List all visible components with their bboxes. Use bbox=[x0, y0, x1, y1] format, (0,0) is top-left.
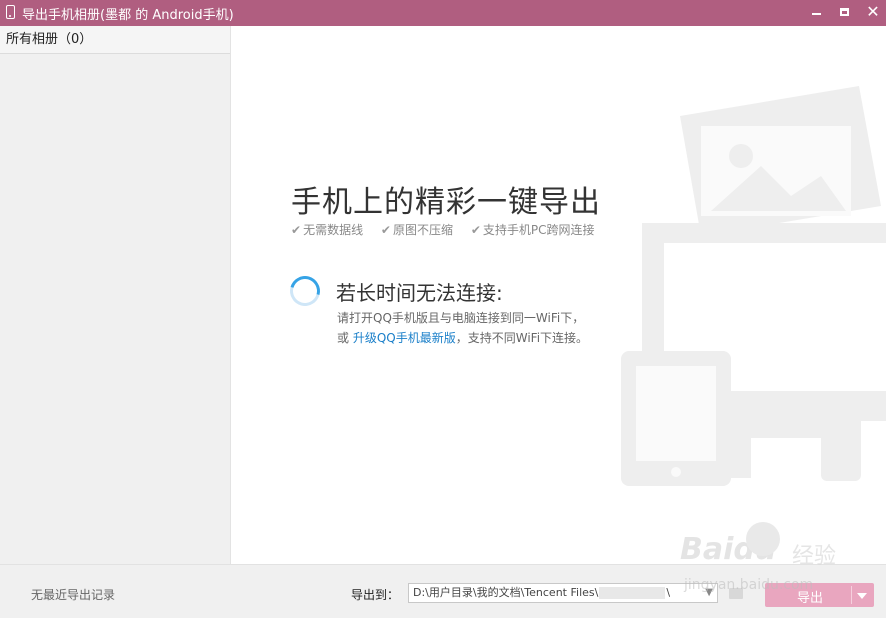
check-icon: ✔ bbox=[470, 223, 481, 237]
close-button[interactable]: ✕ bbox=[858, 0, 886, 26]
title-bar[interactable]: 导出手机相册(墨都 的 Android手机) ✕ bbox=[0, 0, 886, 26]
sidebar-item-all-albums[interactable]: 所有相册（0） bbox=[0, 26, 230, 54]
paw-icon bbox=[746, 522, 780, 556]
export-path-select[interactable]: D:\用户目录\我的文档\Tencent Files\ \ ▼ bbox=[408, 583, 718, 603]
album-sidebar: 所有相册（0） bbox=[0, 26, 231, 564]
minimize-button[interactable] bbox=[802, 0, 830, 26]
export-to-label: 导出到： bbox=[351, 588, 400, 602]
redacted-text bbox=[599, 587, 666, 599]
minimize-icon bbox=[812, 13, 821, 15]
feature-item: ✔ 原图不压缩 bbox=[380, 223, 453, 237]
phone-icon bbox=[6, 5, 15, 19]
main-panel: 手机上的精彩一键导出 ✔ 无需数据线 ✔ 原图不压缩 ✔ 支持手机PC跨网连接 若长时… bbox=[231, 26, 886, 564]
watermark-url: jingyan.baidu.com bbox=[684, 577, 814, 593]
connection-help-text-2: 或 升级QQ手机最新版，支持不同WiFi下连接。 bbox=[337, 331, 589, 345]
upgrade-qq-link[interactable]: 升级QQ手机最新版 bbox=[353, 331, 456, 345]
recent-export-status: 无最近导出记录 bbox=[31, 588, 116, 602]
devices-illustration bbox=[621, 86, 886, 486]
maximize-button[interactable] bbox=[830, 0, 858, 26]
check-icon: ✔ bbox=[291, 223, 302, 237]
maximize-icon bbox=[840, 8, 849, 16]
watermark-brand-cn: 经验 bbox=[792, 544, 837, 569]
check-icon: ✔ bbox=[380, 223, 391, 237]
feature-list: ✔ 无需数据线 ✔ 原图不压缩 ✔ 支持手机PC跨网连接 bbox=[291, 221, 609, 238]
window-title: 导出手机相册(墨都 的 Android手机) bbox=[22, 8, 234, 23]
connection-help-text: 请打开QQ手机版且与电脑连接到同一WiFi下， bbox=[337, 311, 585, 325]
close-icon: ✕ bbox=[866, 2, 880, 21]
feature-item: ✔ 无需数据线 bbox=[291, 223, 364, 237]
sidebar-item-label: 所有相册（0） bbox=[6, 32, 93, 47]
connection-help-title: 若长时间无法连接: bbox=[336, 281, 503, 305]
baidu-watermark: Baidu 经验 jingyan.baidu.com bbox=[674, 520, 874, 610]
feature-item: ✔ 支持手机PC跨网连接 bbox=[470, 223, 595, 237]
page-headline: 手机上的精彩一键导出 bbox=[291, 185, 601, 220]
